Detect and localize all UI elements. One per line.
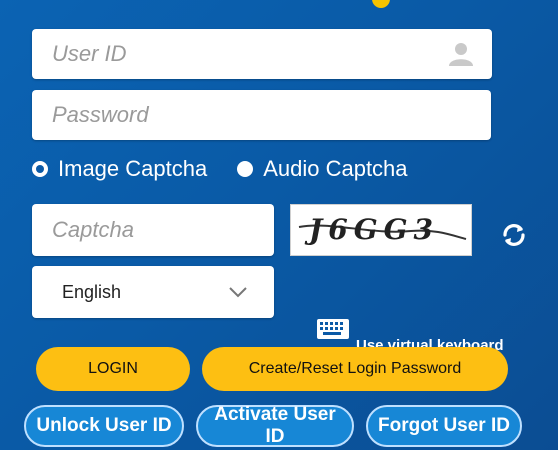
captcha-input[interactable] [32,204,274,256]
user-icon [449,43,473,66]
language-select[interactable]: English [32,266,274,318]
logo-accent [372,0,390,8]
password-field[interactable] [32,90,491,140]
captcha-type-selector: Image Captcha Audio Captcha [32,156,408,182]
language-selected-label: English [62,281,122,302]
audio-captcha-label[interactable]: Audio Captcha [263,156,407,182]
password-input[interactable] [32,90,491,140]
audio-captcha-radio[interactable] [237,161,254,177]
captcha-field[interactable] [32,204,274,256]
activate-user-id-button[interactable]: Activate User ID [196,404,354,447]
captcha-graphic: J6GG3 [298,213,467,246]
image-captcha-label[interactable]: Image Captcha [58,156,207,182]
keyboard-icon[interactable] [316,318,350,340]
forgot-user-id-button[interactable]: Forgot User ID [366,405,522,447]
chevron-down-icon [229,287,247,298]
login-button[interactable]: LOGIN [36,347,190,391]
image-captcha-radio[interactable] [32,161,48,177]
user-id-input[interactable] [32,29,492,79]
captcha-text: J6GG3 [304,213,439,246]
refresh-captcha-icon[interactable] [501,222,527,248]
user-id-field[interactable] [32,29,492,79]
unlock-user-id-button[interactable]: Unlock User ID [24,405,184,447]
create-reset-password-button[interactable]: Create/Reset Login Password [202,347,508,391]
virtual-keyboard[interactable]: Use virtual keyboard [316,303,504,354]
captcha-image: J6GG3 [290,204,472,256]
